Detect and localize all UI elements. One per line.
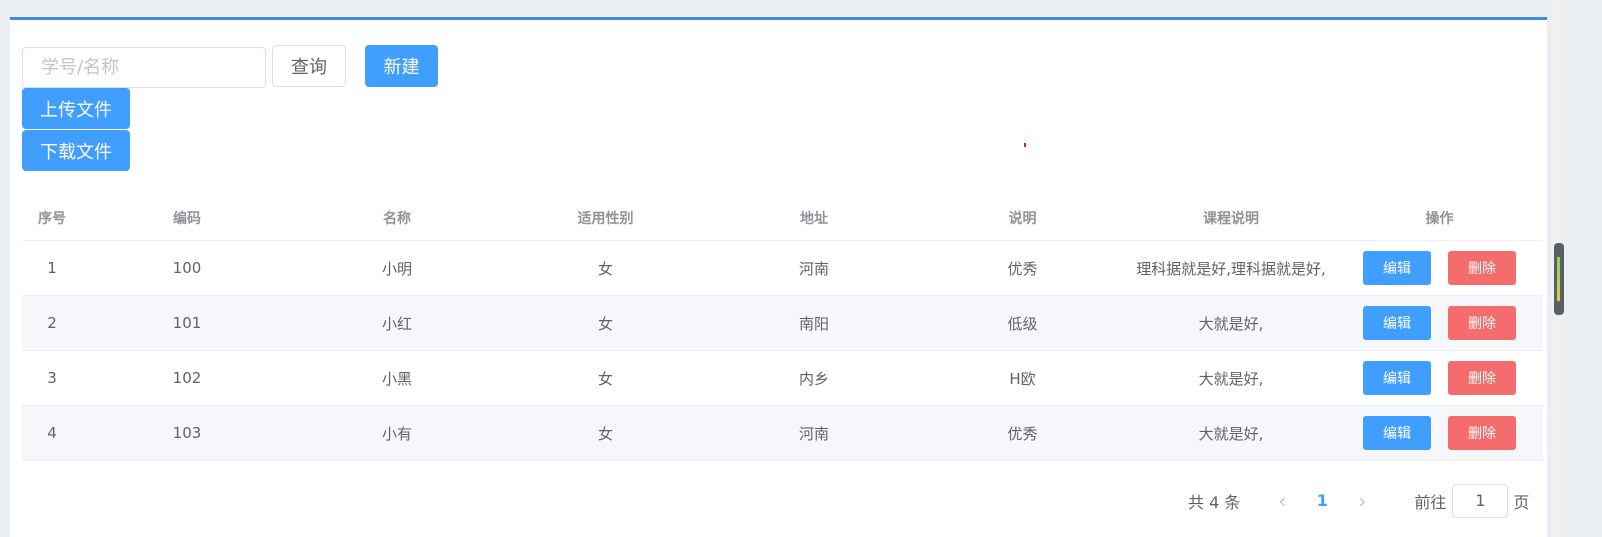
chevron-right-icon[interactable]: › [1350, 489, 1374, 513]
header-course-remark: 课程说明 [1203, 210, 1259, 227]
cell-actions: 编辑 删除 [1336, 251, 1543, 285]
delete-button[interactable]: 删除 [1448, 416, 1516, 450]
cell-actions: 编辑 删除 [1336, 361, 1543, 395]
cell-course-remark: 大就是好, [1198, 369, 1264, 388]
table-header: 序号 编码 名称 适用性别 地址 说明 课程说明 操作 [22, 195, 1543, 241]
red-dot-marker [1024, 143, 1026, 147]
cell-course-remark: 大就是好, [1198, 314, 1264, 333]
cell-address: 河南 [798, 259, 829, 278]
cell-index: 3 [47, 369, 57, 387]
cell-remark: H欧 [1009, 369, 1036, 388]
header-gender: 适用性别 [577, 210, 634, 227]
cell-address: 内乡 [798, 369, 829, 388]
cell-gender: 女 [597, 369, 613, 388]
chevron-left-icon[interactable]: ‹ [1270, 489, 1294, 513]
cell-name: 小有 [381, 424, 412, 443]
cell-gender: 女 [597, 424, 613, 443]
header-actions: 操作 [1425, 210, 1454, 227]
edit-button[interactable]: 编辑 [1363, 361, 1431, 395]
cell-address: 河南 [798, 424, 829, 443]
header-index: 序号 [38, 210, 66, 227]
cell-remark: 低级 [1007, 314, 1038, 333]
edit-button[interactable]: 编辑 [1363, 306, 1431, 340]
goto-label: 前往 [1414, 492, 1447, 512]
scrollbar-thumb[interactable] [1554, 243, 1564, 315]
cell-code: 102 [172, 369, 202, 387]
cell-actions: 编辑 删除 [1336, 306, 1543, 340]
cell-remark: 优秀 [1007, 259, 1038, 278]
pagination: 共 4 条 ‹ 1 › 前往 页 [1170, 483, 1529, 518]
edit-button[interactable]: 编辑 [1363, 416, 1431, 450]
cell-name: 小红 [381, 314, 412, 333]
cell-code: 103 [172, 424, 202, 442]
cell-index: 4 [47, 424, 57, 442]
cell-code: 100 [172, 259, 202, 277]
cell-gender: 女 [597, 314, 613, 333]
header-code: 编码 [173, 210, 201, 227]
cell-actions: 编辑 删除 [1336, 416, 1543, 450]
content-card: 查询 新建 上传文件 下载文件 序号 编码 名称 适用性别 地址 说明 课程说明… [10, 17, 1547, 537]
cell-course-remark: 理科据就是好,理科据就是好, [1136, 259, 1326, 278]
cell-course-remark: 大就是好, [1198, 424, 1264, 443]
cell-name: 小黑 [381, 369, 412, 388]
data-table: 序号 编码 名称 适用性别 地址 说明 课程说明 操作 1 100 小明 女 河… [22, 195, 1543, 461]
cell-remark: 优秀 [1007, 424, 1038, 443]
delete-button[interactable]: 删除 [1448, 361, 1516, 395]
download-file-button[interactable]: 下载文件 [22, 130, 130, 171]
table-row: 2 101 小红 女 南阳 低级 大就是好, 编辑 删除 [22, 296, 1543, 351]
header-remark: 说明 [1008, 210, 1037, 227]
edit-button[interactable]: 编辑 [1363, 251, 1431, 285]
cell-index: 2 [47, 314, 57, 332]
page-number-current[interactable]: 1 [1294, 491, 1350, 510]
table-row: 1 100 小明 女 河南 优秀 理科据就是好,理科据就是好, 编辑 删除 [22, 241, 1543, 296]
cell-name: 小明 [381, 259, 412, 278]
table-row: 4 103 小有 女 河南 优秀 大就是好, 编辑 删除 [22, 406, 1543, 461]
table-row: 3 102 小黑 女 内乡 H欧 大就是好, 编辑 删除 [22, 351, 1543, 406]
delete-button[interactable]: 删除 [1448, 251, 1516, 285]
header-address: 地址 [800, 210, 828, 227]
delete-button[interactable]: 删除 [1448, 306, 1516, 340]
cell-gender: 女 [597, 259, 613, 278]
upload-file-button[interactable]: 上传文件 [22, 88, 130, 129]
goto-page-input[interactable] [1452, 483, 1509, 518]
cell-code: 101 [172, 314, 202, 332]
goto-suffix: 页 [1513, 492, 1530, 512]
cell-address: 南阳 [798, 314, 829, 333]
query-button[interactable]: 查询 [272, 45, 346, 87]
search-input[interactable] [22, 47, 266, 88]
cell-index: 1 [47, 259, 57, 277]
new-button[interactable]: 新建 [365, 45, 438, 87]
pagination-total: 共 4 条 [1188, 492, 1241, 512]
header-name: 名称 [383, 210, 411, 227]
